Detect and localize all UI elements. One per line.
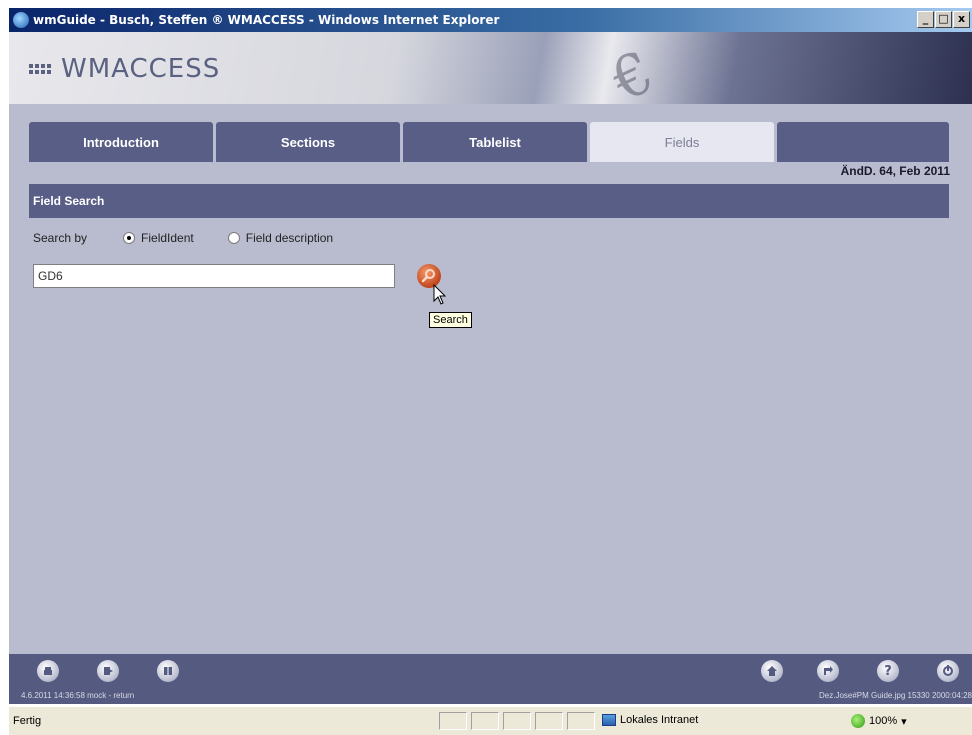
radio-unchecked-icon bbox=[227, 232, 240, 244]
security-zone: Lokales Intranet bbox=[602, 714, 698, 726]
zoom-level: 100% bbox=[869, 715, 898, 727]
help-button[interactable]: ? bbox=[877, 660, 899, 682]
home-button[interactable] bbox=[761, 660, 783, 682]
book-icon bbox=[164, 667, 172, 675]
radio-field-description-label: Field description bbox=[245, 231, 334, 245]
mouse-pointer-icon bbox=[433, 284, 447, 305]
exit-button[interactable] bbox=[937, 660, 959, 682]
window-controls: _ □ x bbox=[917, 11, 970, 28]
book-button[interactable] bbox=[157, 660, 179, 682]
status-cell bbox=[439, 712, 467, 730]
minimize-button[interactable]: _ bbox=[917, 11, 934, 28]
search-tooltip: Search bbox=[429, 312, 472, 328]
internet-explorer-icon bbox=[13, 12, 29, 28]
radio-checked-icon bbox=[123, 232, 136, 244]
zoom-control[interactable]: 100% ▾ bbox=[851, 714, 907, 728]
exit-icon bbox=[943, 665, 953, 676]
home-icon bbox=[767, 666, 777, 676]
maximize-button[interactable]: □ bbox=[935, 11, 952, 28]
app-banner: WMACCESS € bbox=[9, 32, 972, 104]
close-button[interactable]: x bbox=[953, 11, 970, 28]
tab-tablelist[interactable]: Tablelist bbox=[403, 122, 587, 162]
search-by-row: Search by FieldIdent Field description bbox=[33, 231, 367, 245]
browser-status-text: Fertig bbox=[13, 715, 42, 727]
euro-symbol-icon: € bbox=[601, 37, 664, 104]
status-cell bbox=[535, 712, 563, 730]
logo-text: WMACCESS bbox=[61, 54, 221, 84]
print-button[interactable] bbox=[37, 660, 59, 682]
tab-fields[interactable]: Fields bbox=[590, 122, 774, 162]
search-by-label: Search by bbox=[33, 231, 88, 245]
app-main: Introduction Sections Tablelist Fields Ä… bbox=[9, 104, 972, 654]
magnifier-icon bbox=[421, 269, 435, 283]
help-icon: ? bbox=[884, 663, 892, 679]
window-title-bar: wmGuide - Busch, Steffen ® WMACCESS - Wi… bbox=[9, 8, 972, 32]
tab-introduction[interactable]: Introduction bbox=[29, 122, 213, 162]
status-cell bbox=[567, 712, 595, 730]
tab-empty bbox=[777, 122, 949, 162]
field-search-header: Field Search bbox=[29, 184, 949, 218]
window-title: wmGuide - Busch, Steffen ® WMACCESS - Wi… bbox=[33, 13, 500, 27]
tab-sections[interactable]: Sections bbox=[216, 122, 400, 162]
release-info: ÄndD. 64, Feb 2011 bbox=[840, 164, 950, 178]
protected-mode-icon bbox=[851, 714, 865, 728]
status-cell bbox=[471, 712, 499, 730]
export-icon bbox=[104, 667, 113, 675]
app-status-strip: 4.6.2011 14:36:58 mock - return Dez.Jose… bbox=[9, 688, 972, 704]
status-cell bbox=[503, 712, 531, 730]
chevron-down-icon: ▾ bbox=[901, 715, 907, 728]
wmaccess-logo: WMACCESS bbox=[29, 54, 220, 84]
radio-field-description[interactable]: Field description bbox=[227, 231, 334, 245]
navigate-icon bbox=[824, 666, 833, 675]
browser-status-bar: Fertig Lokales Intranet 100% ▾ bbox=[9, 706, 972, 735]
field-search-input[interactable] bbox=[33, 264, 395, 288]
radio-fieldident[interactable]: FieldIdent bbox=[123, 231, 194, 245]
status-left-text: 4.6.2011 14:36:58 mock - return bbox=[21, 691, 135, 700]
security-zone-label: Lokales Intranet bbox=[620, 714, 699, 726]
tab-bar: Introduction Sections Tablelist Fields bbox=[29, 122, 952, 162]
logo-dots-icon bbox=[29, 64, 51, 74]
footer-toolbar: ? bbox=[9, 654, 972, 688]
radio-fieldident-label: FieldIdent bbox=[141, 231, 194, 245]
intranet-zone-icon bbox=[602, 714, 616, 726]
print-icon bbox=[44, 667, 52, 675]
navigate-button[interactable] bbox=[817, 660, 839, 682]
export-button[interactable] bbox=[97, 660, 119, 682]
status-right-text: Dez.Jose#PM Guide.jpg 15330 2000:04:28 bbox=[819, 691, 972, 700]
